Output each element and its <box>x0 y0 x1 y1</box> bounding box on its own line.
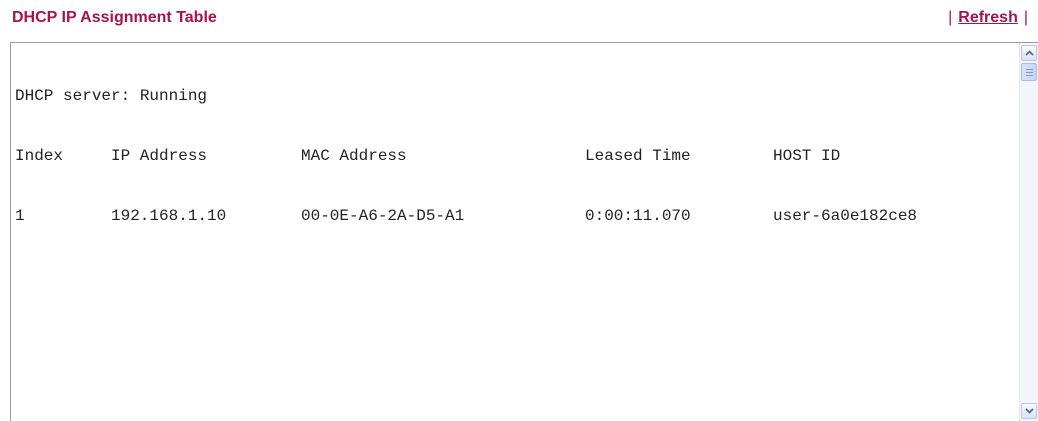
grip-line <box>1026 72 1033 73</box>
col-header-ip: IP Address <box>111 147 208 165</box>
vertical-scrollbar[interactable] <box>1019 43 1038 421</box>
scroll-down-button[interactable] <box>1021 403 1037 419</box>
table-row: 1 192.168.1.10 00-0E-A6-2A-D5-A1 0:00:11… <box>15 206 1015 226</box>
status-line-row: DHCP server: Running <box>15 86 1015 106</box>
scroll-thumb[interactable] <box>1021 63 1037 81</box>
row-host-id: user-6a0e182ce8 <box>773 207 918 225</box>
col-header-mac: MAC Address <box>301 147 407 165</box>
separator-left: | <box>948 9 953 26</box>
textarea-content[interactable]: DHCP server: Running Index IP Address MA… <box>11 43 1019 421</box>
scroll-up-button[interactable] <box>1021 45 1037 61</box>
arrow-down-icon <box>1025 408 1034 414</box>
column-header-row: Index IP Address MAC Address Leased Time… <box>15 146 1015 166</box>
header-actions: | Refresh | <box>942 9 1034 27</box>
row-ip: 192.168.1.10 <box>111 207 227 225</box>
col-header-host-id: HOST ID <box>773 147 841 165</box>
dhcp-table-textarea[interactable]: DHCP server: Running Index IP Address MA… <box>10 42 1038 421</box>
page-title: DHCP IP Assignment Table <box>12 9 217 26</box>
arrow-up-icon <box>1025 50 1034 56</box>
col-header-index: Index <box>15 147 64 165</box>
col-header-leased-time: Leased Time <box>585 147 691 165</box>
row-mac: 00-0E-A6-2A-D5-A1 <box>301 207 465 225</box>
header: DHCP IP Assignment Table | Refresh | <box>0 0 1038 40</box>
grip-line <box>1026 69 1033 70</box>
row-index: 1 <box>15 207 25 225</box>
server-status: DHCP server: Running <box>15 87 208 105</box>
grip-line <box>1026 75 1033 76</box>
row-leased-time: 0:00:11.070 <box>585 207 691 225</box>
refresh-link[interactable]: Refresh <box>958 9 1018 26</box>
separator-right: | <box>1023 9 1028 26</box>
